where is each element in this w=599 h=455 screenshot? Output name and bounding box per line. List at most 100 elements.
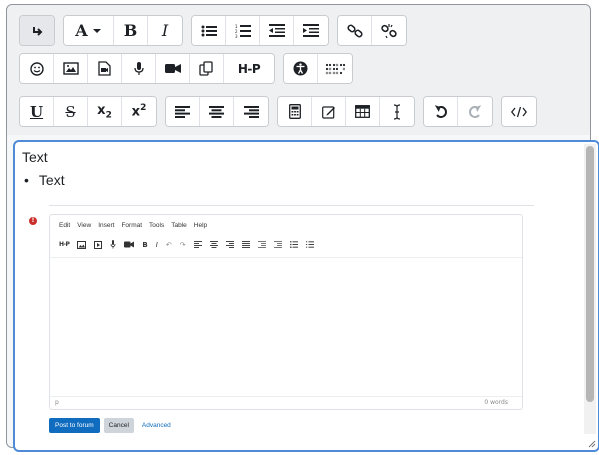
toolbar-group-accessibility [283, 53, 353, 84]
scrollbar-thumb[interactable] [586, 146, 594, 402]
toolbar-group-font: A B I [63, 15, 183, 46]
content-list-item-label: Text [38, 172, 65, 188]
embedded-align-left-icon [193, 241, 202, 248]
align-right-icon [243, 105, 259, 118]
indent-button[interactable] [294, 16, 328, 45]
embedded-cancel-button: Cancel [103, 418, 134, 433]
edit-button[interactable] [312, 97, 346, 126]
toolbar-group-links [337, 15, 407, 46]
toolbar-row-2: H-P [19, 53, 361, 84]
pencil-square-icon [321, 105, 335, 119]
content-paragraph: Text [22, 149, 48, 165]
toolbar-toggle-button[interactable] [20, 16, 54, 45]
italic-icon: I [161, 21, 169, 40]
align-center-icon [209, 105, 224, 118]
resize-handle-icon[interactable] [586, 438, 596, 448]
record-video-button[interactable] [156, 54, 190, 83]
embedded-align-right-icon [225, 241, 234, 248]
font-color-button[interactable]: A [64, 16, 114, 45]
embedded-image-icon [77, 240, 87, 249]
screenreader-helper-button[interactable] [318, 54, 352, 83]
equation-button[interactable] [278, 97, 312, 126]
superscript-button[interactable]: x2 [122, 97, 156, 126]
embedded-word-count: 0 words [484, 399, 508, 406]
link-button[interactable] [338, 16, 372, 45]
embedded-advanced-link: Advanced [141, 422, 171, 429]
link-icon [346, 24, 363, 37]
embedded-menu-insert: Insert [98, 222, 115, 229]
toolbar-group-text-style: U S x2 x2 [19, 96, 157, 127]
i-beam-icon [393, 103, 401, 120]
unlink-button[interactable] [372, 16, 406, 45]
outdent-icon [268, 24, 285, 37]
subscript-icon: x2 [97, 102, 112, 121]
embedded-microphone-icon [111, 240, 116, 249]
embedded-numbered-list-icon [305, 241, 314, 248]
outdent-button[interactable] [260, 16, 294, 45]
toolbar-group-lists: 123 [191, 15, 329, 46]
undo-button[interactable] [424, 97, 458, 126]
redo-button[interactable] [458, 97, 492, 126]
accessibility-icon [293, 61, 308, 76]
bold-button[interactable]: B [114, 16, 148, 45]
embedded-align-center-icon [209, 241, 218, 248]
unordered-list-icon [201, 25, 217, 36]
accessibility-checker-button[interactable] [284, 54, 318, 83]
embedded-h5p-icon: H-P [59, 241, 70, 248]
embedded-menu-view: View [77, 222, 92, 229]
bold-icon: B [123, 21, 138, 40]
subscript-button[interactable]: x2 [88, 97, 122, 126]
embedded-menu-bar: Edit View Insert Format Tools Table Help [59, 222, 214, 229]
html-source-button[interactable] [502, 97, 536, 126]
rich-text-editor: A B I 123 H-P U S x2 x2 Text • Text ! Ed… [6, 4, 599, 452]
emoji-button[interactable] [20, 54, 54, 83]
toolbar-group-source [501, 96, 537, 127]
align-right-button[interactable] [234, 97, 268, 126]
h5p-button[interactable]: H-P [224, 54, 274, 83]
unordered-list-button[interactable] [192, 16, 226, 45]
table-icon [355, 105, 370, 118]
divider [49, 205, 534, 206]
image-button[interactable] [54, 54, 88, 83]
file-video-icon [98, 61, 111, 76]
embedded-redo-icon: ↷ [179, 240, 186, 249]
redo-icon [469, 104, 482, 118]
microphone-icon [133, 62, 144, 75]
record-audio-button[interactable] [122, 54, 156, 83]
manage-files-button[interactable] [190, 54, 224, 83]
embedded-italic-icon: I [155, 240, 158, 249]
italic-button[interactable]: I [148, 16, 182, 45]
toolbar-group-align [165, 96, 269, 127]
calculator-icon [288, 104, 301, 119]
svg-text:3: 3 [235, 34, 238, 38]
embedded-undo-icon: ↶ [165, 240, 172, 249]
media-button[interactable] [88, 54, 122, 83]
embedded-menu-tools: Tools [149, 222, 165, 229]
toolbar-group-insert [277, 96, 415, 127]
braille-icon [325, 63, 345, 74]
embedded-toolbar-separator [50, 257, 522, 258]
text-cursor-button[interactable] [380, 97, 414, 126]
table-button[interactable] [346, 97, 380, 126]
align-left-button[interactable] [166, 97, 200, 126]
ordered-list-button[interactable]: 123 [226, 16, 260, 45]
embedded-video-icon [124, 241, 135, 248]
embedded-media-icon [94, 240, 103, 249]
embedded-menu-edit: Edit [59, 222, 71, 229]
strikethrough-icon: S [65, 102, 76, 121]
toolbar-row-3: U S x2 x2 [19, 96, 545, 127]
code-icon [511, 106, 527, 117]
strikethrough-button[interactable]: S [54, 97, 88, 126]
content-list-item: • Text [22, 172, 65, 188]
underline-button[interactable]: U [20, 97, 54, 126]
image-icon [62, 62, 79, 75]
align-center-button[interactable] [200, 97, 234, 126]
embedded-post-button: Post to forum [49, 418, 100, 433]
caret-down-icon [92, 28, 101, 33]
toolbar-row-1: A B I 123 [19, 15, 415, 46]
embedded-menu-help: Help [193, 222, 208, 229]
embedded-justify-icon [241, 241, 250, 248]
editor-content-area[interactable]: Text • Text ! Edit View Insert Format Too… [13, 140, 599, 452]
embedded-menu-format: Format [121, 222, 143, 229]
copy-files-icon [199, 61, 213, 76]
